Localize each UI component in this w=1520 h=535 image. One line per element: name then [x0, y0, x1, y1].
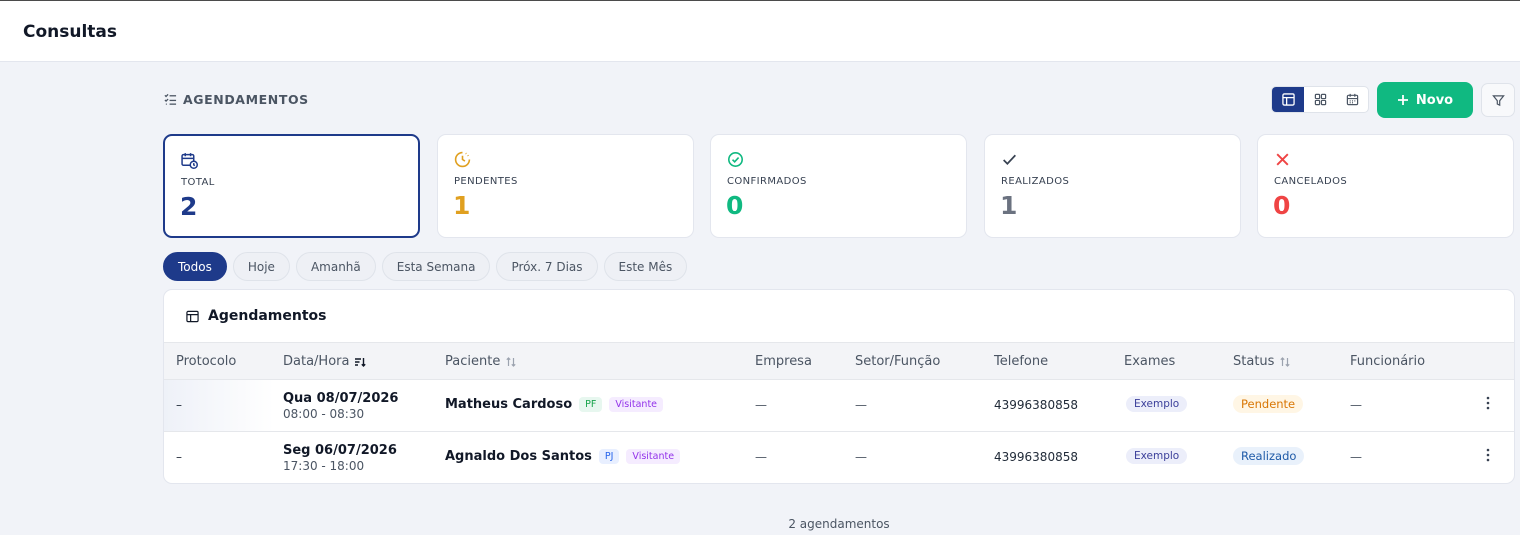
status-badge: Pendente [1233, 395, 1304, 413]
time-cell: 08:00 - 08:30 [283, 407, 365, 421]
employee-cell: — [1350, 450, 1362, 464]
new-button-label: Novo [1415, 92, 1454, 108]
grid-view-button[interactable] [1304, 87, 1336, 112]
table-icon [186, 310, 199, 322]
filter-chip-este-mes[interactable]: Este Mês [603, 252, 688, 281]
appointments-table-card: Agendamentos Protocolo Data/Hora Pacient… [163, 289, 1515, 484]
stat-card-cancelados[interactable]: CANCELADOS 0 [1257, 134, 1514, 238]
stat-card-total[interactable]: TOTAL 2 [163, 134, 420, 238]
status-cell: Realizado [1233, 447, 1305, 465]
filter-chip-esta-semana[interactable]: Esta Semana [381, 252, 491, 281]
stat-label: REALIZADOS [1001, 176, 1070, 187]
calendar-icon [1346, 93, 1358, 106]
sort-desc-icon [355, 357, 367, 367]
protocolo-cell: – [176, 398, 182, 412]
row-actions-button[interactable] [1482, 394, 1494, 414]
col-funcionario: Funcionário [1350, 354, 1426, 369]
patient-cell: Agnaldo Dos Santos PJ Visitante [445, 449, 681, 464]
sort-icon [506, 356, 516, 367]
setor-cell: — [855, 450, 867, 464]
filter-button[interactable] [1481, 83, 1515, 117]
stat-label: CONFIRMADOS [727, 176, 807, 187]
stat-label: PENDENTES [454, 176, 518, 187]
stat-card-realizados[interactable]: REALIZADOS 1 [984, 134, 1241, 238]
row-actions-button[interactable] [1482, 446, 1494, 466]
list-checks-icon [164, 93, 177, 105]
top-bar: Consultas [0, 0, 1520, 62]
clock-icon [454, 151, 471, 168]
status-cell: Pendente [1233, 395, 1304, 413]
stat-value: 1 [1000, 191, 1018, 220]
stat-value: 0 [726, 191, 744, 220]
patient-name[interactable]: Agnaldo Dos Santos [445, 449, 592, 464]
exam-cell: Exemplo [1126, 448, 1188, 464]
calendar-view-button[interactable] [1336, 87, 1368, 112]
table-icon [1281, 93, 1295, 106]
results-count: 2 agendamentos [788, 517, 890, 531]
filter-chip-todos[interactable]: Todos [163, 252, 227, 281]
phone-cell: 43996380858 [994, 398, 1078, 412]
table-row[interactable]: – Qua 08/07/2026 08:00 - 08:30 Matheus C… [164, 380, 1514, 432]
col-data-hora[interactable]: Data/Hora [283, 354, 367, 369]
phone-cell: 43996380858 [994, 450, 1078, 464]
sort-icon [1280, 356, 1291, 367]
stat-value: 0 [1273, 191, 1291, 220]
status-badge: Realizado [1233, 447, 1305, 465]
table-header-row: Protocolo Data/Hora Paciente Empresa Set… [164, 342, 1514, 380]
col-empresa: Empresa [755, 354, 812, 369]
date-cell: Seg 06/07/2026 [283, 443, 397, 458]
patient-cell: Matheus Cardoso PF Visitante [445, 397, 664, 412]
more-vertical-icon [1486, 396, 1490, 410]
person-type-badge: PF [579, 397, 603, 412]
setor-cell: — [855, 398, 867, 412]
empresa-cell: — [755, 450, 767, 464]
new-appointment-button[interactable]: Novo [1377, 82, 1473, 118]
col-setor-funcao: Setor/Função [855, 354, 941, 369]
stat-card-pendentes[interactable]: PENDENTES 1 [437, 134, 694, 238]
filter-icon [1491, 94, 1505, 106]
stat-value: 1 [453, 191, 471, 220]
more-vertical-icon [1486, 448, 1490, 462]
empresa-cell: — [755, 398, 767, 412]
stat-card-confirmados[interactable]: CONFIRMADOS 0 [710, 134, 967, 238]
filter-chip-prox-7-dias[interactable]: Próx. 7 Dias [496, 252, 598, 281]
filter-chip-amanha[interactable]: Amanhã [295, 252, 376, 281]
col-telefone: Telefone [994, 354, 1049, 369]
date-filter-chips: Todos Hoje Amanhã Esta Semana Próx. 7 Di… [163, 252, 688, 281]
col-protocolo[interactable]: Protocolo [176, 354, 236, 369]
person-type-badge: PJ [598, 449, 620, 464]
protocolo-cell: – [176, 450, 182, 464]
time-cell: 17:30 - 18:00 [283, 459, 365, 473]
patient-name[interactable]: Matheus Cardoso [445, 397, 572, 412]
grid-icon [1314, 93, 1326, 106]
x-icon [1276, 153, 1289, 166]
plus-icon [1397, 95, 1408, 105]
category-badge: Visitante [626, 449, 681, 464]
col-status[interactable]: Status [1233, 354, 1291, 369]
check-circle-icon [728, 152, 743, 167]
view-toggle [1271, 86, 1369, 113]
stat-value: 2 [180, 192, 198, 221]
table-row[interactable]: – Seg 06/07/2026 17:30 - 18:00 Agnaldo D… [164, 432, 1514, 483]
stat-label: TOTAL [181, 177, 215, 188]
section-header: AGENDAMENTOS [164, 92, 309, 107]
page-title: Consultas [23, 22, 118, 42]
table-title: Agendamentos [186, 308, 326, 324]
date-cell: Qua 08/07/2026 [283, 391, 399, 406]
table-title-text: Agendamentos [208, 308, 327, 324]
exam-cell: Exemplo [1126, 396, 1188, 412]
col-exames: Exames [1124, 354, 1176, 369]
filter-chip-hoje[interactable]: Hoje [232, 252, 290, 281]
table-view-button[interactable] [1272, 87, 1304, 112]
exam-badge: Exemplo [1126, 396, 1188, 412]
category-badge: Visitante [609, 397, 664, 412]
stat-label: CANCELADOS [1274, 176, 1348, 187]
calendar-clock-icon [181, 153, 198, 169]
check-icon [1003, 154, 1016, 165]
exam-badge: Exemplo [1126, 448, 1188, 464]
section-title: AGENDAMENTOS [183, 92, 309, 107]
employee-cell: — [1350, 398, 1362, 412]
col-paciente[interactable]: Paciente [445, 354, 517, 369]
